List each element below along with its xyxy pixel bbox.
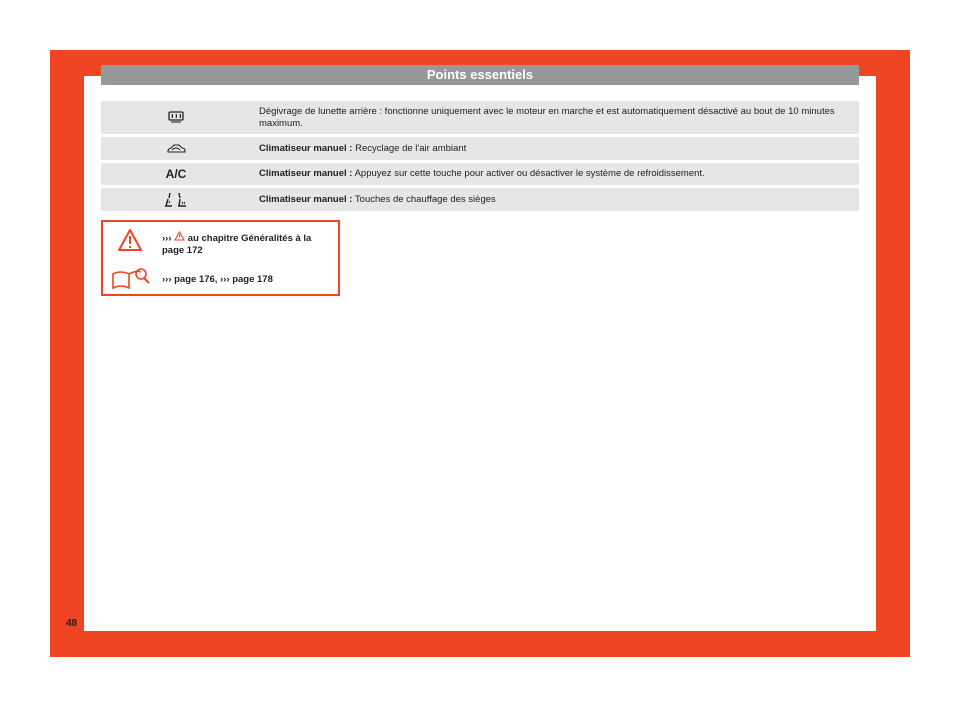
rear-window-defrost-icon xyxy=(101,110,251,125)
row-text: Climatiseur manuel : Touches de chauffag… xyxy=(259,193,496,205)
table-row: Climatiseur manuel : Recyclage de l'air … xyxy=(101,137,859,160)
table-row: A/C Climatiseur manuel : Appuyez sur cet… xyxy=(101,163,859,185)
section-header: Points essentiels xyxy=(101,65,859,85)
note-line-2[interactable]: ››› page 176, ››› page 178 xyxy=(162,274,273,285)
air-recirculation-icon xyxy=(101,143,251,155)
row-text: Climatiseur manuel : Appuyez sur cette t… xyxy=(259,168,705,179)
warning-small-icon xyxy=(174,230,186,241)
page-number: 48 xyxy=(66,618,78,629)
table-row: Dégivrage de lunette arrière : fonctionn… xyxy=(101,101,859,134)
reference-note: ››› au chapitre Généralités à la page 17… xyxy=(101,220,340,296)
row-text: Climatiseur manuel : Recyclage de l'air … xyxy=(259,142,467,154)
read-manual-icon xyxy=(111,266,151,295)
table-row: Climatiseur manuel : Touches de chauffag… xyxy=(101,188,859,211)
note-line-1: ››› au chapitre Généralités à la page 17… xyxy=(162,230,312,256)
seat-heating-icon xyxy=(101,192,251,208)
chapter-link[interactable]: au chapitre Généralités à la page 172 xyxy=(162,233,311,256)
controls-table: Dégivrage de lunette arrière : fonctionn… xyxy=(101,101,859,214)
warning-triangle-icon xyxy=(117,228,143,257)
ac-icon: A/C xyxy=(165,167,187,181)
row-text: Dégivrage de lunette arrière : fonctionn… xyxy=(259,105,835,129)
